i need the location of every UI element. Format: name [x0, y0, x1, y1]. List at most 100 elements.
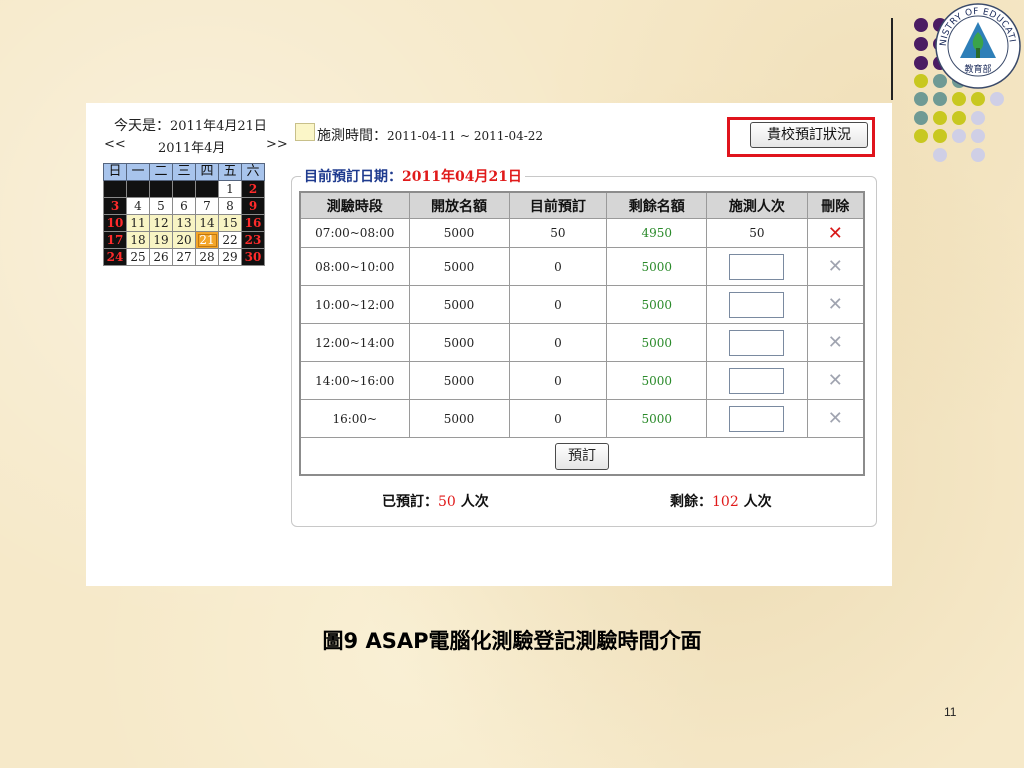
slot-time: 16:00~	[299, 399, 410, 438]
calendar-day[interactable]: 1	[218, 180, 242, 198]
current-booked: 50	[508, 218, 608, 248]
calendar-day[interactable]: 4	[126, 197, 150, 215]
calendar-day[interactable]: 18	[126, 231, 150, 249]
delete-icon[interactable]: ✕	[828, 256, 843, 277]
test-period-range: 2011-04-11 ~ 2011-04-22	[387, 129, 544, 143]
weekday-header: 六	[241, 163, 265, 181]
current-booked: 0	[508, 247, 608, 286]
remaining-quota: 4950	[606, 218, 708, 248]
remaining-quota: 5000	[606, 285, 708, 324]
slot-time: 10:00~12:00	[299, 285, 410, 324]
calendar-day[interactable]: 22	[218, 231, 242, 249]
ministry-of-education-logo: MINISTRY OF EDUCATION 教育部	[934, 2, 1021, 89]
open-quota: 5000	[408, 323, 510, 362]
slot-time: 07:00~08:00	[299, 218, 410, 248]
lavender-dot	[952, 129, 966, 143]
prev-month-link[interactable]: <<	[104, 137, 126, 152]
weekday-header: 四	[195, 163, 219, 181]
teal-dot	[914, 111, 928, 125]
logo-chinese-text: 教育部	[964, 63, 991, 75]
calendar-day[interactable]: 24	[103, 248, 127, 266]
calendar-day[interactable]: 6	[172, 197, 196, 215]
test-period-label: 施測時間：	[317, 128, 387, 144]
calendar-day[interactable]: 27	[172, 248, 196, 266]
test-count-input[interactable]	[729, 367, 785, 394]
delete-icon[interactable]: ✕	[828, 223, 843, 244]
calendar-day[interactable]: 3	[103, 197, 127, 215]
current-booked: 0	[508, 361, 608, 400]
calendar-weekday-row: 日 一 二 三 四 五 六	[103, 163, 265, 181]
open-quota: 5000	[408, 399, 510, 438]
test-count-cell	[706, 399, 808, 438]
table-row: 10:00~12:00 5000 0 5000 ✕	[299, 285, 865, 324]
weekday-header: 二	[149, 163, 173, 181]
today-line: 今天是：2011年4月21日	[114, 115, 267, 135]
delete-icon[interactable]: ✕	[828, 332, 843, 353]
calendar-day[interactable]: 20	[172, 231, 196, 249]
book-button[interactable]: 預訂	[555, 442, 609, 470]
calendar-day[interactable]: 13	[172, 214, 196, 232]
slot-time: 12:00~14:00	[299, 323, 410, 362]
calendar-day[interactable]: 26	[149, 248, 173, 266]
calendar-day[interactable]: 7	[195, 197, 219, 215]
slot-time: 08:00~10:00	[299, 247, 410, 286]
booking-date-value: 2011年04月21日	[402, 169, 522, 185]
column-header: 測驗時段	[299, 191, 410, 219]
school-booking-status-button[interactable]: 貴校預訂狀況	[750, 122, 868, 148]
purple-dot	[914, 56, 928, 70]
calendar-week: 3 4 5 6 7 8 9	[103, 197, 265, 215]
column-header: 剩餘名額	[606, 191, 708, 219]
table-row: 14:00~16:00 5000 0 5000 ✕	[299, 361, 865, 400]
calendar-grid: 日 一 二 三 四 五 六 1 2 3 4 5 6 7 8 9 10 11 12…	[103, 163, 265, 266]
calendar-day[interactable]: 29	[218, 248, 242, 266]
calendar-day[interactable]: 25	[126, 248, 150, 266]
calendar-day[interactable]: 19	[149, 231, 173, 249]
calendar-day[interactable]: 2	[241, 180, 265, 198]
calendar-day[interactable]: 14	[195, 214, 219, 232]
calendar-week: 1 2	[103, 180, 265, 198]
slot-time: 14:00~16:00	[299, 361, 410, 400]
calendar-day[interactable]: 5	[149, 197, 173, 215]
calendar-day[interactable]: 16	[241, 214, 265, 232]
calendar-day-selected[interactable]: 21	[195, 231, 219, 249]
calendar-week: 10 11 12 13 14 15 16	[103, 214, 265, 232]
calendar-day[interactable]: 10	[103, 214, 127, 232]
remaining-quota: 5000	[606, 361, 708, 400]
test-count-input[interactable]	[729, 405, 785, 432]
delete-icon[interactable]: ✕	[828, 294, 843, 315]
calendar-day[interactable]: 23	[241, 231, 265, 249]
time-slot-table: 測驗時段 開放名額 目前預訂 剩餘名額 施測人次 刪除 07:00~08:00 …	[299, 191, 865, 476]
current-booked: 0	[508, 323, 608, 362]
current-booked: 0	[508, 399, 608, 438]
calendar-day[interactable]: 11	[126, 214, 150, 232]
test-count-input[interactable]	[729, 253, 785, 280]
delete-icon[interactable]: ✕	[828, 370, 843, 391]
lime-dot	[933, 129, 947, 143]
calendar-day[interactable]: 8	[218, 197, 242, 215]
delete-cell: ✕	[806, 399, 865, 438]
delete-cell: ✕	[806, 361, 865, 400]
open-quota: 5000	[408, 285, 510, 324]
calendar-day[interactable]: 28	[195, 248, 219, 266]
test-period-swatch	[295, 123, 315, 141]
delete-cell: ✕	[806, 218, 865, 248]
today-value: 2011年4月21日	[170, 119, 267, 134]
calendar-day[interactable]: 9	[241, 197, 265, 215]
delete-icon[interactable]: ✕	[828, 408, 843, 429]
test-count-cell	[706, 361, 808, 400]
test-count-input[interactable]	[729, 291, 785, 318]
calendar-day[interactable]: 17	[103, 231, 127, 249]
next-month-link[interactable]: >>	[266, 137, 288, 152]
calendar-day[interactable]: 30	[241, 248, 265, 266]
column-header: 開放名額	[408, 191, 510, 219]
test-count-input[interactable]	[729, 329, 785, 356]
calendar-day-empty	[126, 180, 150, 198]
calendar-day[interactable]: 15	[218, 214, 242, 232]
column-header: 刪除	[806, 191, 865, 219]
remaining-summary: 剩餘：102 人次	[670, 491, 772, 511]
open-quota: 5000	[408, 361, 510, 400]
booking-date-title: 目前預訂日期：2011年04月21日	[301, 166, 525, 186]
purple-dot	[914, 18, 928, 32]
calendar-day[interactable]: 12	[149, 214, 173, 232]
weekday-header: 三	[172, 163, 196, 181]
